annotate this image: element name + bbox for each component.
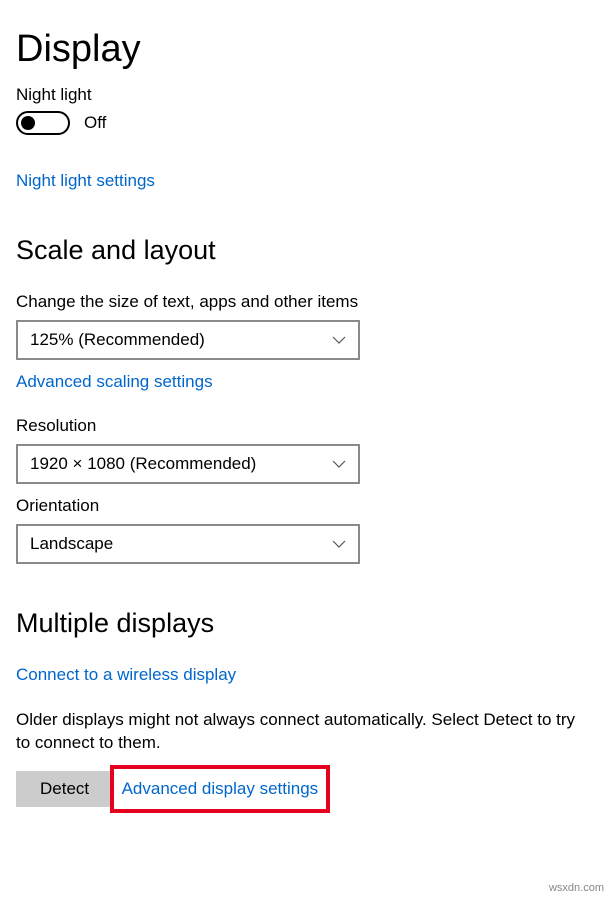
chevron-down-icon xyxy=(332,333,346,347)
multiple-displays-heading: Multiple displays xyxy=(16,608,596,639)
highlight-box: Advanced display settings xyxy=(110,765,331,813)
chevron-down-icon xyxy=(332,537,346,551)
night-light-state: Off xyxy=(84,113,106,133)
connect-wireless-link[interactable]: Connect to a wireless display xyxy=(16,665,236,685)
orientation-label: Orientation xyxy=(16,496,596,516)
scale-select[interactable]: 125% (Recommended) xyxy=(16,320,360,360)
resolution-label: Resolution xyxy=(16,416,596,436)
advanced-display-settings-link[interactable]: Advanced display settings xyxy=(122,779,319,799)
night-light-toggle[interactable] xyxy=(16,111,70,135)
resolution-select-value: 1920 × 1080 (Recommended) xyxy=(30,454,256,474)
orientation-select[interactable]: Landscape xyxy=(16,524,360,564)
watermark: wsxdn.com xyxy=(549,882,604,894)
detect-button[interactable]: Detect xyxy=(16,771,113,807)
chevron-down-icon xyxy=(332,457,346,471)
detect-description: Older displays might not always connect … xyxy=(16,709,576,755)
orientation-select-value: Landscape xyxy=(30,534,113,554)
toggle-knob xyxy=(21,116,35,130)
scale-label: Change the size of text, apps and other … xyxy=(16,292,596,312)
advanced-scaling-link[interactable]: Advanced scaling settings xyxy=(16,372,213,392)
page-title: Display xyxy=(16,28,596,71)
resolution-select[interactable]: 1920 × 1080 (Recommended) xyxy=(16,444,360,484)
night-light-settings-link[interactable]: Night light settings xyxy=(16,171,155,191)
scale-layout-heading: Scale and layout xyxy=(16,235,596,266)
night-light-label: Night light xyxy=(16,85,596,105)
scale-select-value: 125% (Recommended) xyxy=(30,330,205,350)
